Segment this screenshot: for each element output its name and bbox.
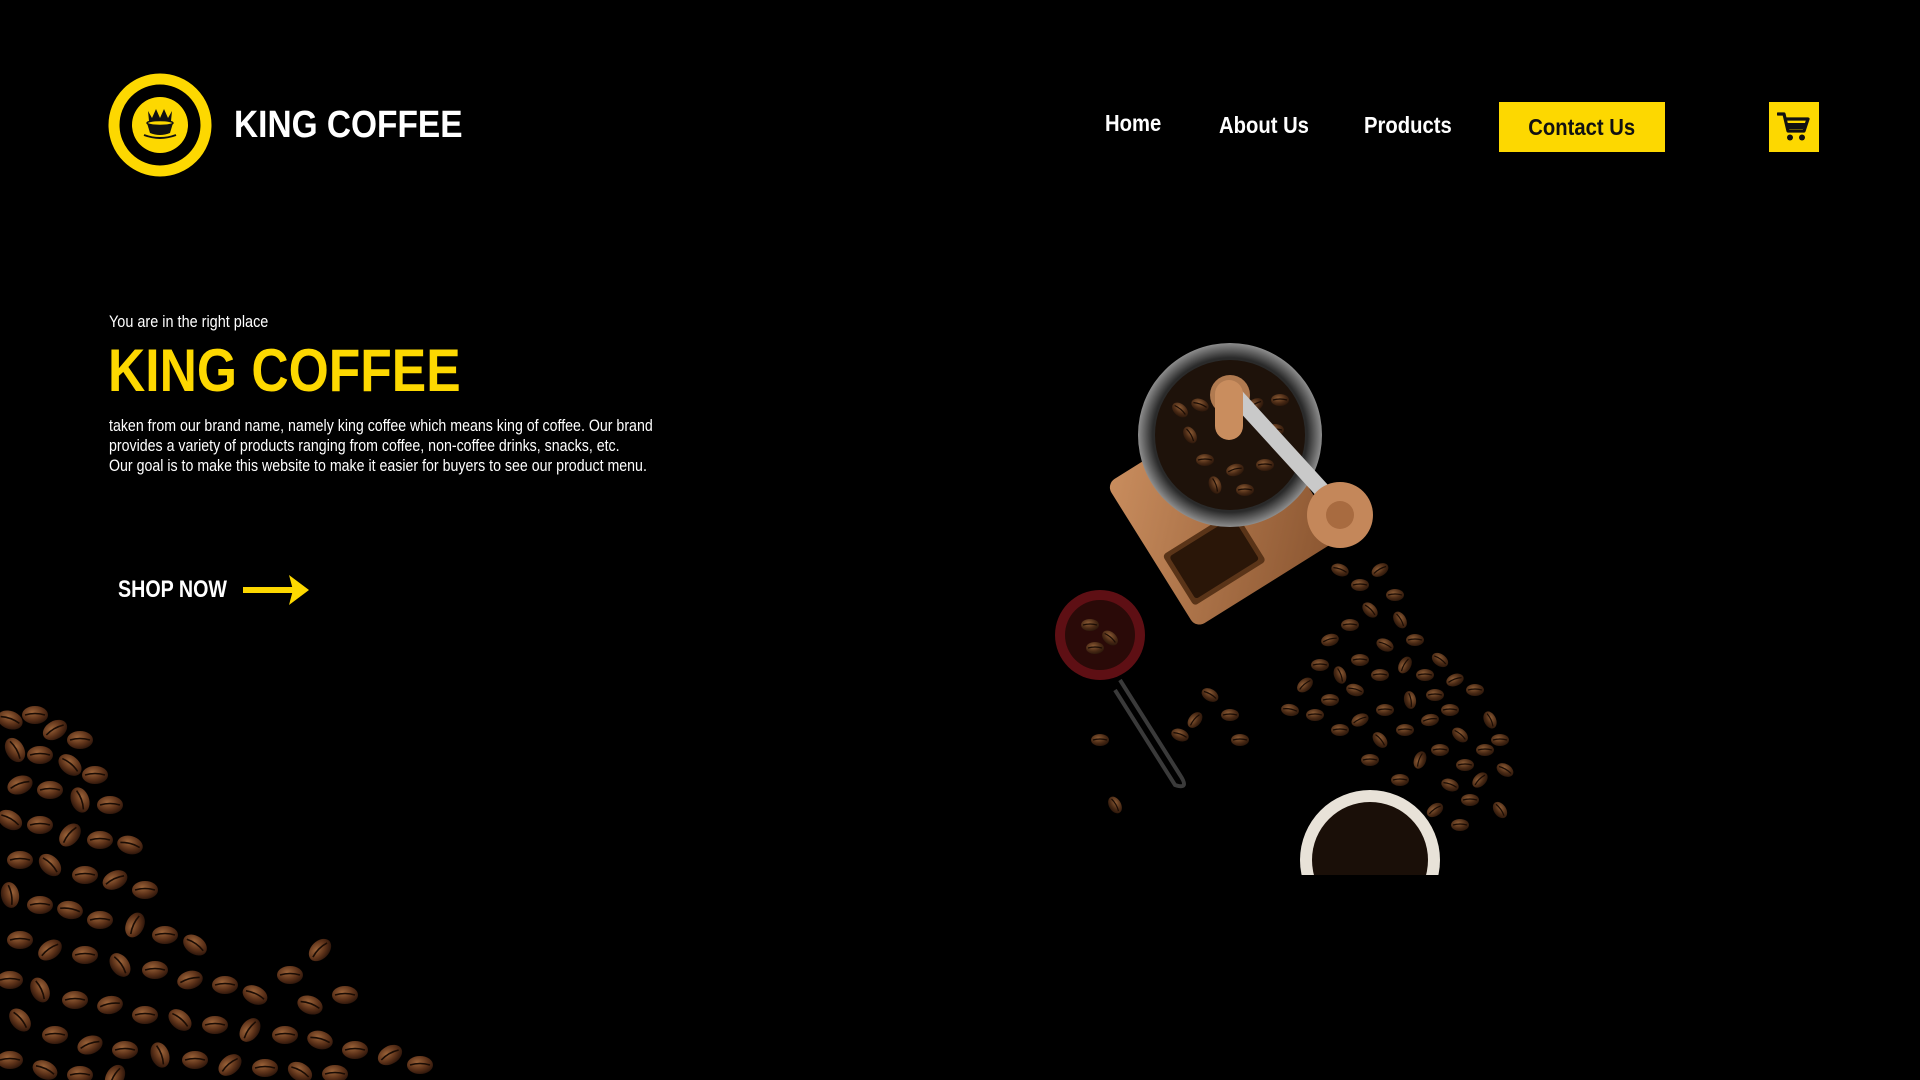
nav-home-link[interactable]: Home bbox=[1105, 110, 1161, 137]
hero-description-line: provides a variety of products ranging f… bbox=[109, 437, 620, 455]
nav-products-link[interactable]: Products bbox=[1364, 112, 1452, 139]
brand-logo[interactable]: KING COFFEE bbox=[108, 73, 494, 177]
shop-now-label: SHOP NOW bbox=[118, 576, 227, 603]
hero-tagline: You are in the right place bbox=[109, 312, 269, 331]
contact-us-label: Contact Us bbox=[1528, 113, 1636, 140]
cart-button[interactable] bbox=[1769, 102, 1819, 152]
shop-now-button[interactable]: SHOP NOW bbox=[118, 573, 309, 607]
hero-description-line: Our goal is to make this website to make… bbox=[109, 457, 647, 475]
coffee-beans-pile-photo bbox=[0, 705, 434, 1080]
shopping-cart-icon bbox=[1777, 112, 1810, 141]
nav-about-link[interactable]: About Us bbox=[1219, 112, 1309, 139]
hero-description-line: taken from our brand name, namely king c… bbox=[109, 417, 653, 435]
arrow-right-icon bbox=[243, 575, 309, 605]
hero-description: taken from our brand name, namely king c… bbox=[109, 416, 711, 476]
coffee-grinder-photo bbox=[1055, 343, 1517, 875]
contact-us-button[interactable]: Contact Us bbox=[1499, 102, 1665, 152]
crown-coffee-cup-icon bbox=[108, 73, 212, 177]
landing-page: KING COFFEE Home About Us Products Conta… bbox=[0, 0, 1920, 1080]
brand-name: KING COFFEE bbox=[234, 103, 463, 146]
hero-title: KING COFFEE bbox=[108, 337, 461, 404]
